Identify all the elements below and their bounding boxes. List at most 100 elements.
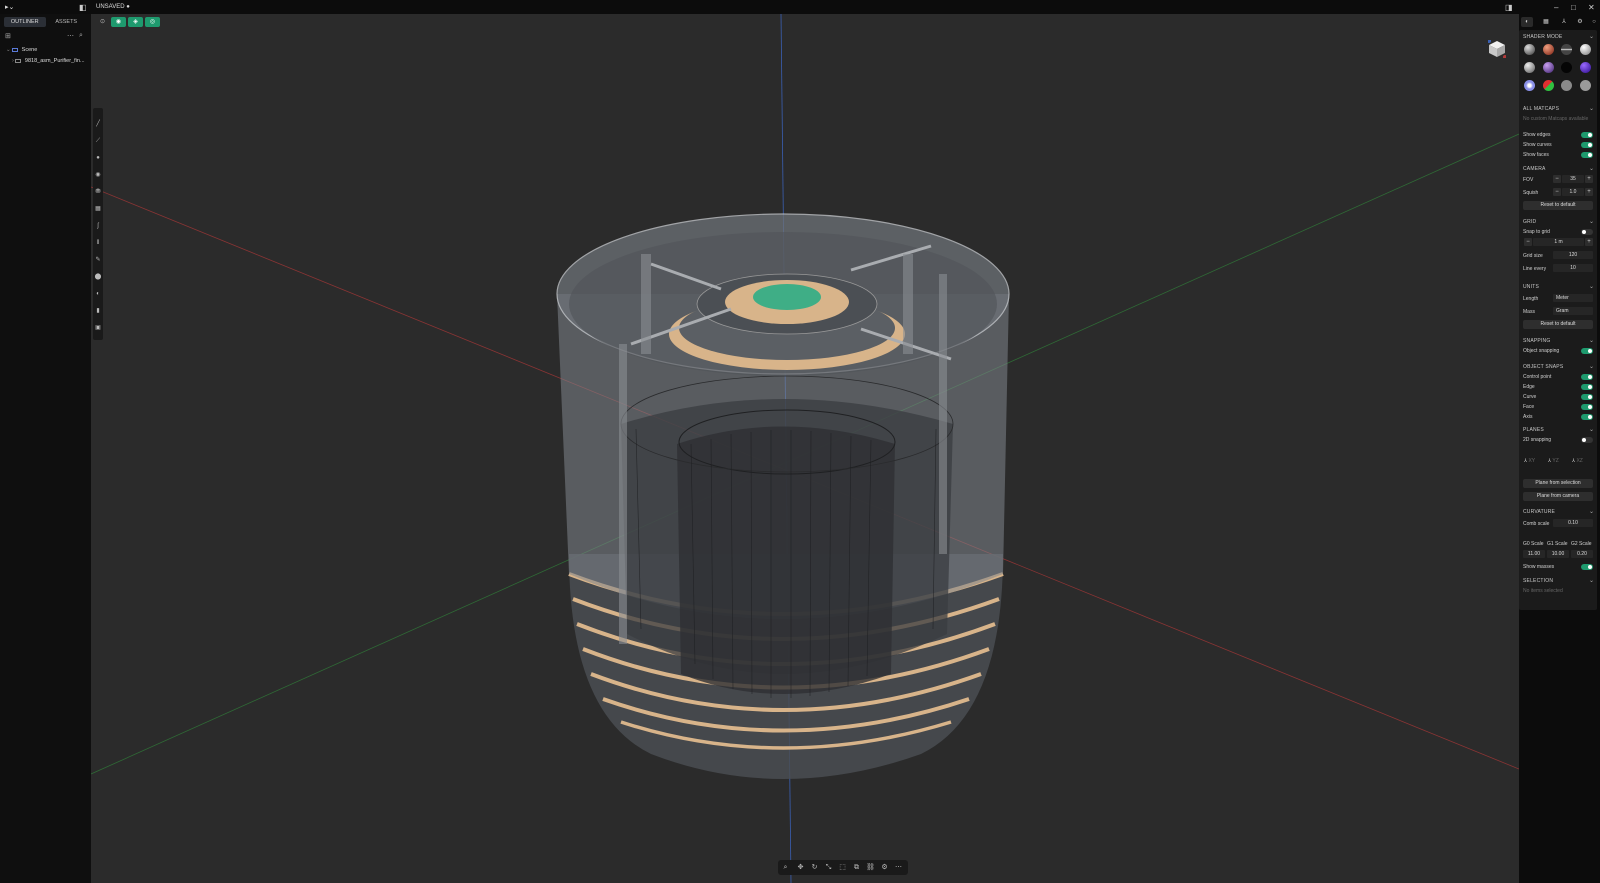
edge-toggle[interactable]	[1581, 384, 1593, 390]
new-folder-icon[interactable]: ⊞	[5, 32, 11, 40]
matcap-white[interactable]	[1580, 44, 1591, 55]
axis-toggle[interactable]	[1581, 414, 1593, 420]
matcap-silver[interactable]	[1524, 62, 1535, 73]
fov-decrement-button[interactable]: −	[1553, 175, 1561, 183]
matcap-blue[interactable]	[1524, 80, 1535, 91]
tab-outliner[interactable]: OUTLINER	[4, 17, 46, 27]
line-tool-icon[interactable]: ╱	[94, 120, 102, 128]
show-edges-toggle[interactable]	[1581, 132, 1593, 138]
settings-gear-icon[interactable]: ⚙	[1574, 17, 1586, 27]
circle-tool-icon[interactable]: ●	[94, 154, 102, 162]
plane-from-camera-button[interactable]: Plane from camera	[1523, 492, 1593, 501]
plane-from-selection-button[interactable]: Plane from selection	[1523, 479, 1593, 488]
fov-input[interactable]: 35	[1562, 175, 1584, 183]
chevron-down-icon[interactable]: ⌄	[1589, 337, 1594, 344]
mirror-tool-icon[interactable]: ⫴	[94, 239, 102, 247]
pen-tool-icon[interactable]: ✎	[94, 256, 102, 264]
chevron-down-icon[interactable]: ⌄	[1589, 33, 1594, 40]
matcap-normal[interactable]	[1543, 80, 1554, 91]
line-every-input[interactable]: 10	[1553, 264, 1593, 272]
more-tools-icon[interactable]: ⋯	[893, 862, 904, 873]
arc-tool-icon[interactable]: ◉	[94, 171, 102, 179]
3d-viewport[interactable]: ⊙ ◉ ◈ ◎	[91, 14, 1519, 883]
more-icon[interactable]: ⋯	[67, 32, 74, 40]
chevron-down-icon[interactable]: ⌄	[1589, 218, 1594, 225]
duplicate-icon[interactable]: ⧉	[851, 862, 862, 873]
history-icon[interactable]: ⊙	[95, 17, 110, 27]
app-logo-icon[interactable]: ▸⌄	[5, 3, 14, 11]
chevron-down-icon[interactable]: ⌄	[1589, 426, 1594, 433]
matcap-black[interactable]	[1561, 62, 1572, 73]
link-icon[interactable]: ⛓	[865, 862, 876, 873]
g0-scale-input[interactable]: 11.00	[1523, 550, 1545, 558]
sidebar-toggle-icon[interactable]: ◧	[79, 3, 87, 12]
2d-snapping-toggle[interactable]	[1581, 437, 1593, 443]
axes-icon[interactable]: ⅄	[1558, 17, 1570, 27]
matcap-stripe[interactable]	[1561, 44, 1572, 55]
search-icon[interactable]: ⌕	[79, 32, 83, 40]
transform-icon[interactable]: ⬚	[837, 862, 848, 873]
object-snapping-toggle[interactable]	[1581, 348, 1593, 354]
length-select[interactable]: Meter	[1553, 294, 1593, 302]
comb-scale-input[interactable]: 0.10	[1553, 519, 1593, 527]
grid-size-input[interactable]: 120	[1553, 251, 1593, 259]
chevron-down-icon[interactable]: ⌄	[1589, 105, 1594, 112]
chevron-down-icon[interactable]: ⌄	[6, 47, 11, 53]
g1-scale-input[interactable]: 10.00	[1547, 550, 1569, 558]
squish-input[interactable]: 1.0	[1562, 188, 1584, 196]
curve-tool-icon[interactable]: ʃ	[94, 222, 102, 230]
chevron-down-icon[interactable]: ⌄	[1589, 508, 1594, 515]
curve-toggle[interactable]	[1581, 394, 1593, 400]
mass-select[interactable]: Gram	[1553, 307, 1593, 315]
viewport-canvas[interactable]	[91, 14, 1519, 883]
info-icon[interactable]: ○	[1588, 17, 1600, 27]
grid-step-decrement-button[interactable]: −	[1524, 238, 1532, 246]
rotate-icon[interactable]: ↻	[809, 862, 820, 873]
tree-row-assembly[interactable]: › 9818_asm_Purifier_fin...	[12, 57, 85, 65]
matcap-grey[interactable]	[1524, 44, 1535, 55]
snap-to-grid-toggle[interactable]	[1581, 229, 1593, 235]
show-masses-toggle[interactable]	[1581, 564, 1593, 570]
plane-xy-button[interactable]: ⅄ XY	[1524, 458, 1535, 464]
maximize-icon[interactable]: □	[1571, 3, 1576, 12]
camera-reset-button[interactable]: Reset to default	[1523, 201, 1593, 210]
grid-step-increment-button[interactable]: +	[1585, 238, 1593, 246]
minimize-icon[interactable]: –	[1554, 3, 1558, 12]
box-tool-icon[interactable]: ▣	[94, 324, 102, 332]
close-icon[interactable]: ✕	[1588, 3, 1595, 12]
g2-scale-input[interactable]: 0.20	[1571, 550, 1593, 558]
show-faces-toggle[interactable]	[1581, 152, 1593, 158]
appearance-icon[interactable]: ◐	[1521, 17, 1533, 27]
chevron-right-icon[interactable]: ›	[12, 58, 14, 64]
view-cube[interactable]	[1487, 39, 1507, 59]
panel-toggle-icon[interactable]: ◨	[1505, 3, 1513, 12]
mode-wire-button[interactable]: ◈	[128, 17, 143, 27]
materials-icon[interactable]: ▦	[1540, 17, 1552, 27]
matcap-red[interactable]	[1543, 44, 1554, 55]
chevron-down-icon[interactable]: ⌄	[1589, 363, 1594, 370]
chevron-down-icon[interactable]: ⌄	[1589, 283, 1594, 290]
chevron-down-icon[interactable]: ⌄	[1589, 165, 1594, 172]
show-curves-toggle[interactable]	[1581, 142, 1593, 148]
polyline-tool-icon[interactable]: ⟋	[94, 137, 102, 145]
plane-xz-button[interactable]: ⅄ XZ	[1572, 458, 1583, 464]
matcap-flat-grey[interactable]	[1561, 80, 1572, 91]
move-icon[interactable]: ✥	[795, 862, 806, 873]
squish-increment-button[interactable]: +	[1585, 188, 1593, 196]
sphere-tool-icon[interactable]: ⬤	[94, 273, 102, 281]
scale-icon[interactable]: ⤡	[823, 862, 834, 873]
matcap-purple[interactable]	[1543, 62, 1554, 73]
matcap-light-grey[interactable]	[1580, 80, 1591, 91]
grid-step-input[interactable]: 1 m	[1533, 238, 1584, 246]
chevron-down-icon[interactable]: ⌄	[1589, 577, 1594, 584]
search-tool-icon[interactable]: ⌕	[780, 862, 791, 873]
tree-row-scene[interactable]: ⌄ Scene	[6, 46, 37, 54]
bucket-tool-icon[interactable]: ⛃	[94, 188, 102, 196]
face-toggle[interactable]	[1581, 404, 1593, 410]
tab-assets[interactable]: ASSETS	[46, 17, 88, 27]
control-point-toggle[interactable]	[1581, 374, 1593, 380]
mode-xray-button[interactable]: ◎	[145, 17, 160, 27]
plane-yz-button[interactable]: ⅄ YZ	[1548, 458, 1559, 464]
matcap-violet[interactable]	[1580, 62, 1591, 73]
grid-tool-icon[interactable]: ▦	[94, 205, 102, 213]
